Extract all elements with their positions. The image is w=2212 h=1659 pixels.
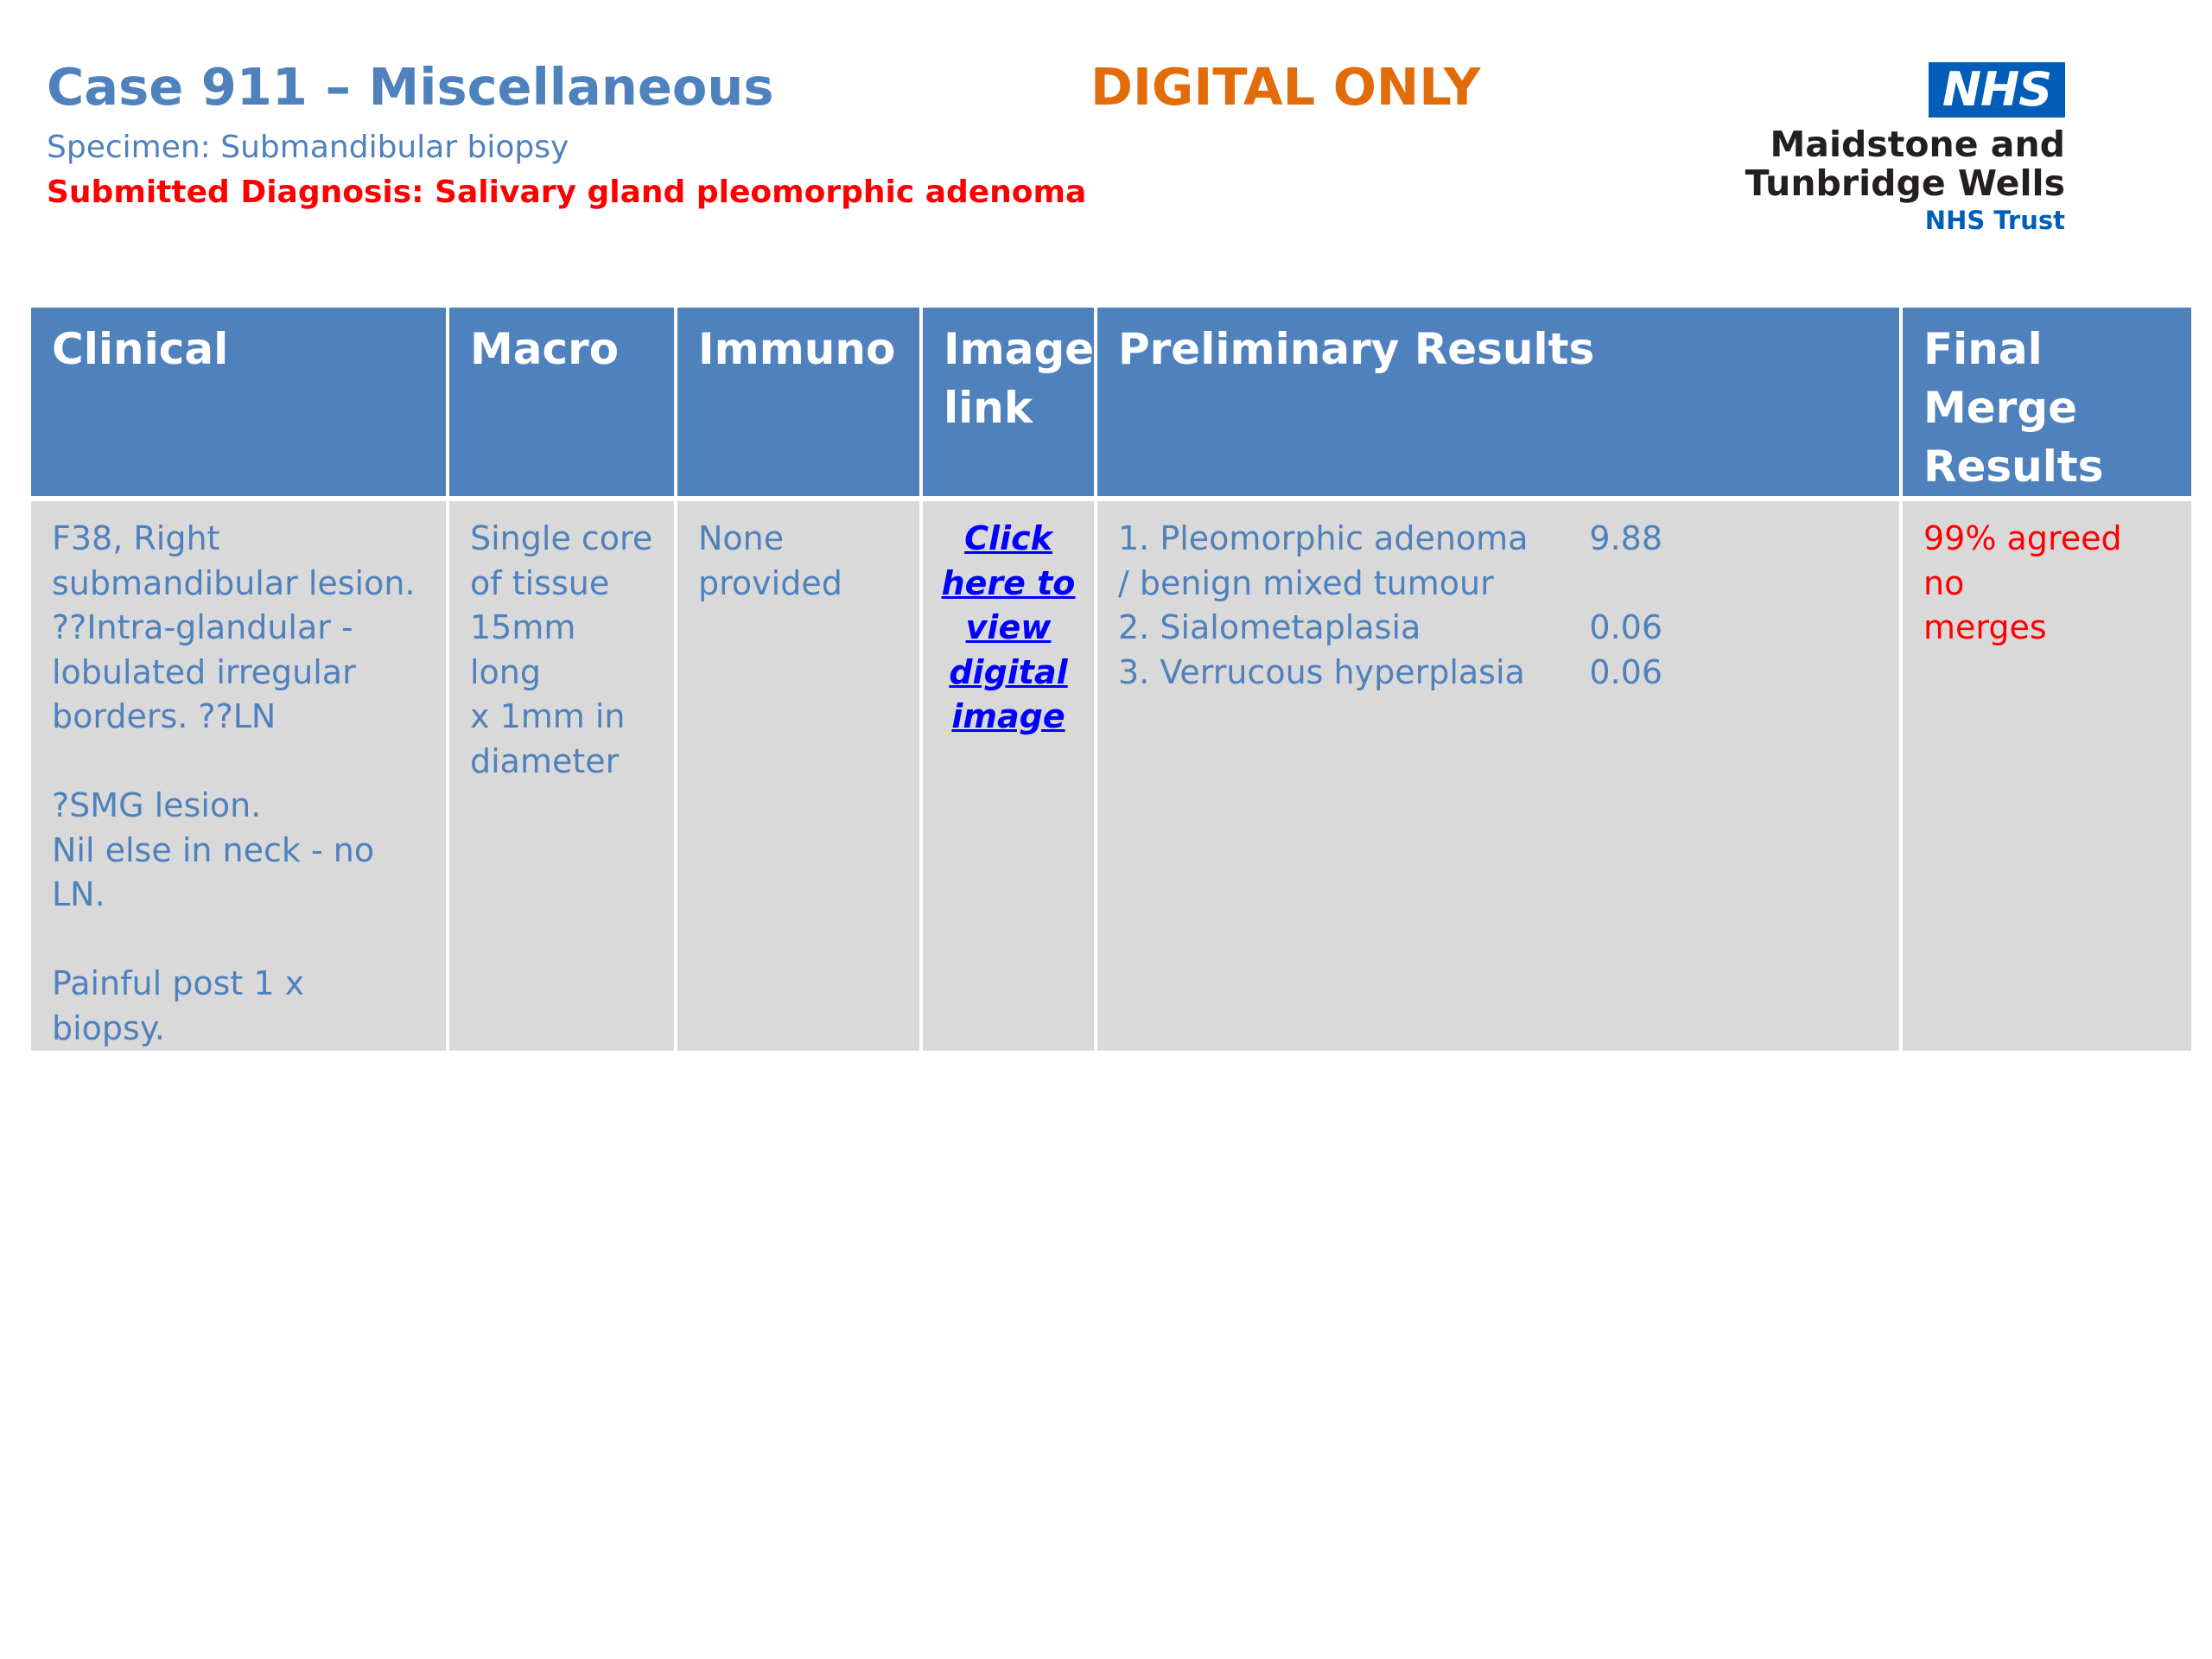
case-title: Case 911 – Miscellaneous [47, 57, 774, 117]
view-digital-image-link[interactable]: Click here to view digital image [942, 519, 1076, 735]
trust-name-line3: NHS Trust [1924, 206, 2065, 235]
final-merge-results-cell: 99% agreed no merges [1901, 499, 2191, 1051]
header-clinical: Clinical [31, 308, 449, 501]
header-immuno: Immuno [676, 308, 923, 501]
trust-name-line2: Tunbridge Wells [1745, 162, 2065, 204]
table-header-row: Clinical Macro Immuno Image link Prelimi… [31, 308, 2191, 501]
prelim-label: / benign mixed tumour [1118, 563, 1494, 602]
prelim-label: 1. Pleomorphic adenoma [1118, 519, 1529, 557]
prelim-label: 3. Verrucous hyperplasia [1118, 652, 1525, 691]
table-row: F38, Right submandibular lesion. ??Intra… [31, 499, 2191, 1051]
nhs-logo-badge: NHS [1929, 62, 2065, 118]
preliminary-results-cell: 1. Pleomorphic adenoma 9.88 / benign mix… [1096, 499, 1903, 1051]
header-preliminary-results: Preliminary Results [1096, 308, 1903, 501]
nhs-trust-logo: NHS Maidstone and Tunbridge Wells NHS Tr… [1745, 62, 2065, 235]
immuno-cell: None provided [676, 499, 923, 1051]
submitted-diagnosis: Submitted Diagnosis: Salivary gland pleo… [47, 175, 1087, 210]
prelim-result-1-cont: / benign mixed tumour [1118, 562, 1662, 607]
prelim-label: 2. Sialometaplasia [1118, 608, 1421, 646]
prelim-score: 0.06 [1589, 652, 1662, 691]
trust-name-line1: Maidstone and [1770, 124, 2065, 165]
header-final-merge-results: Final Merge Results [1901, 308, 2191, 501]
digital-only-label: DIGITAL ONLY [1090, 57, 1481, 117]
prelim-result-1: 1. Pleomorphic adenoma 9.88 [1118, 517, 1662, 562]
case-table: Clinical Macro Immuno Image link Prelimi… [31, 308, 2191, 1051]
clinical-cell: F38, Right submandibular lesion. ??Intra… [31, 499, 449, 1051]
prelim-result-2: 2. Sialometaplasia 0.06 [1118, 606, 1662, 651]
prelim-score: 9.88 [1589, 519, 1662, 557]
prelim-score: 0.06 [1589, 608, 1662, 646]
header-image-link: Image link [921, 308, 1097, 501]
header-macro: Macro [448, 308, 677, 501]
image-link-cell: Click here to view digital image [921, 499, 1097, 1051]
specimen-text: Specimen: Submandibular biopsy [47, 130, 569, 165]
macro-cell: Single core of tissue 15mm long x 1mm in… [448, 499, 677, 1051]
prelim-result-3: 3. Verrucous hyperplasia 0.06 [1118, 651, 1662, 696]
